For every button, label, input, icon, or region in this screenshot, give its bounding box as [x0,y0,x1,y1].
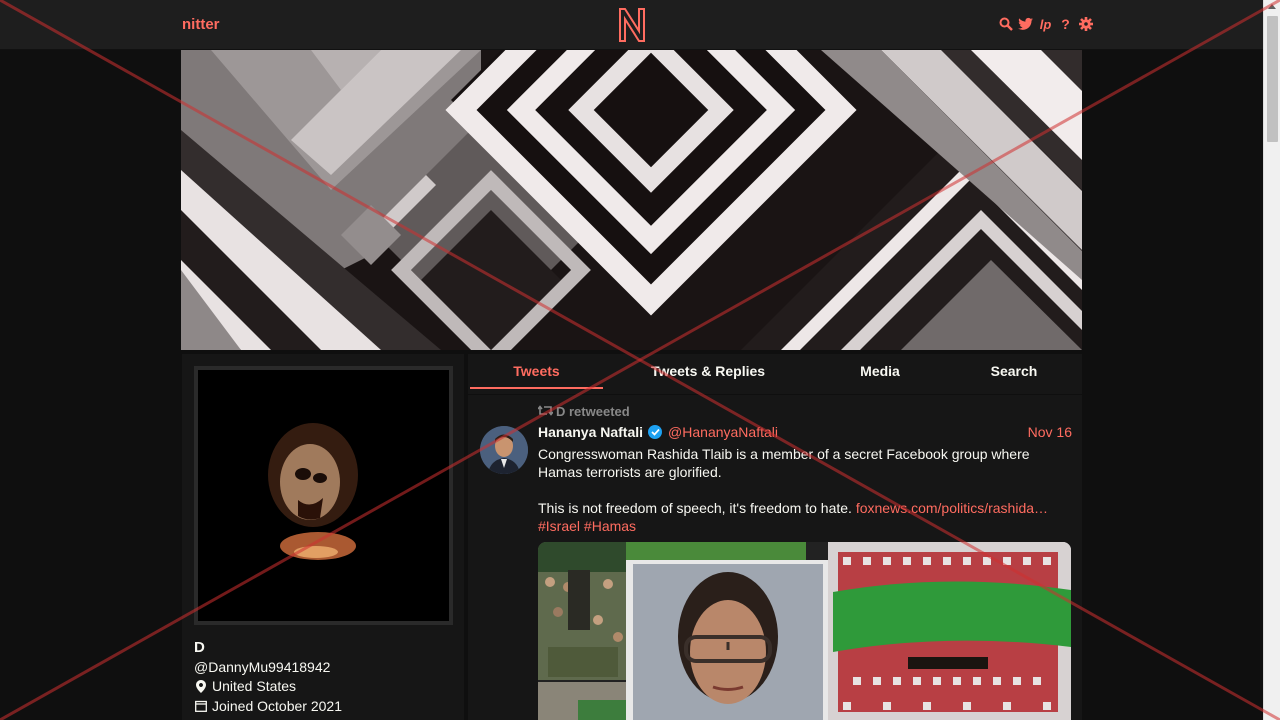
profile-banner[interactable] [181,50,1082,350]
joined-text: Joined October 2021 [212,698,342,714]
nav-brand-link[interactable]: nitter [182,16,220,33]
retweet-label: D retweeted [556,404,630,419]
profile-handle[interactable]: @DannyMu99418942 [194,659,330,675]
tab-tweets[interactable]: Tweets [470,363,603,379]
tweet-text-line-2: This is not freedom of speech, it's free… [538,499,1068,517]
twitter-bird-icon[interactable] [1018,16,1033,32]
tab-search[interactable]: Search [974,363,1054,379]
help-icon[interactable]: ? [1058,16,1073,32]
tweet-text-line-1: Congresswoman Rashida Tlaib is a member … [538,446,1030,480]
hashtag-israel[interactable]: #Israel [538,518,580,534]
location-pin-icon [194,679,208,693]
nitter-logo-icon[interactable] [616,7,648,43]
tweet-media-image[interactable] [538,542,1071,720]
hashtag-hamas[interactable]: #Hamas [584,518,636,534]
tweet-date[interactable]: Nov 16 [1028,424,1072,440]
search-icon[interactable] [998,16,1013,32]
tweet-header: Hananya Naftali @HananyaNaftali Nov 16 [538,424,1072,440]
tweet-hashtags: #Israel #Hamas [538,517,1068,535]
tweet-item[interactable]: D retweeted Hananya Naftali @HananyaNaft… [468,394,1082,720]
profile-avatar[interactable] [194,366,453,625]
retweet-header: D retweeted [537,404,630,419]
tweet-avatar[interactable] [480,426,528,474]
page-scrollbar[interactable] [1263,0,1280,720]
profile-name[interactable]: D [194,639,205,656]
tweet-username[interactable]: @HananyaNaftali [668,424,778,440]
verified-badge-icon [648,425,663,439]
profile-joined: Joined October 2021 [194,698,342,714]
gear-icon[interactable] [1078,16,1093,32]
tweet-link[interactable]: foxnews.com/politics/rashida… [856,500,1048,516]
scroll-up-arrow-icon[interactable] [1268,4,1276,9]
nav-icons: lp ? [998,16,1093,32]
profile-location: United States [194,678,296,694]
navbar: nitter lp ? [0,0,1263,50]
tweet-text-2: This is not freedom of speech, it's free… [538,500,852,516]
liberapay-icon[interactable]: lp [1038,16,1053,32]
scroll-thumb[interactable] [1267,16,1278,142]
tab-media[interactable]: Media [840,363,920,379]
tweet-content: Congresswoman Rashida Tlaib is a member … [538,445,1068,535]
timeline: Tweets Tweets & Replies Media Search D r… [468,354,1082,720]
retweet-icon [537,404,554,419]
calendar-icon [194,699,208,713]
timeline-tabs: Tweets Tweets & Replies Media Search [468,354,1082,390]
tab-tweets-replies[interactable]: Tweets & Replies [638,363,778,379]
location-text: United States [212,678,297,694]
active-tab-indicator [470,387,603,389]
profile-card: D @DannyMu99418942 United States Joined … [182,354,464,720]
tweet-fullname[interactable]: Hananya Naftali [538,424,643,440]
